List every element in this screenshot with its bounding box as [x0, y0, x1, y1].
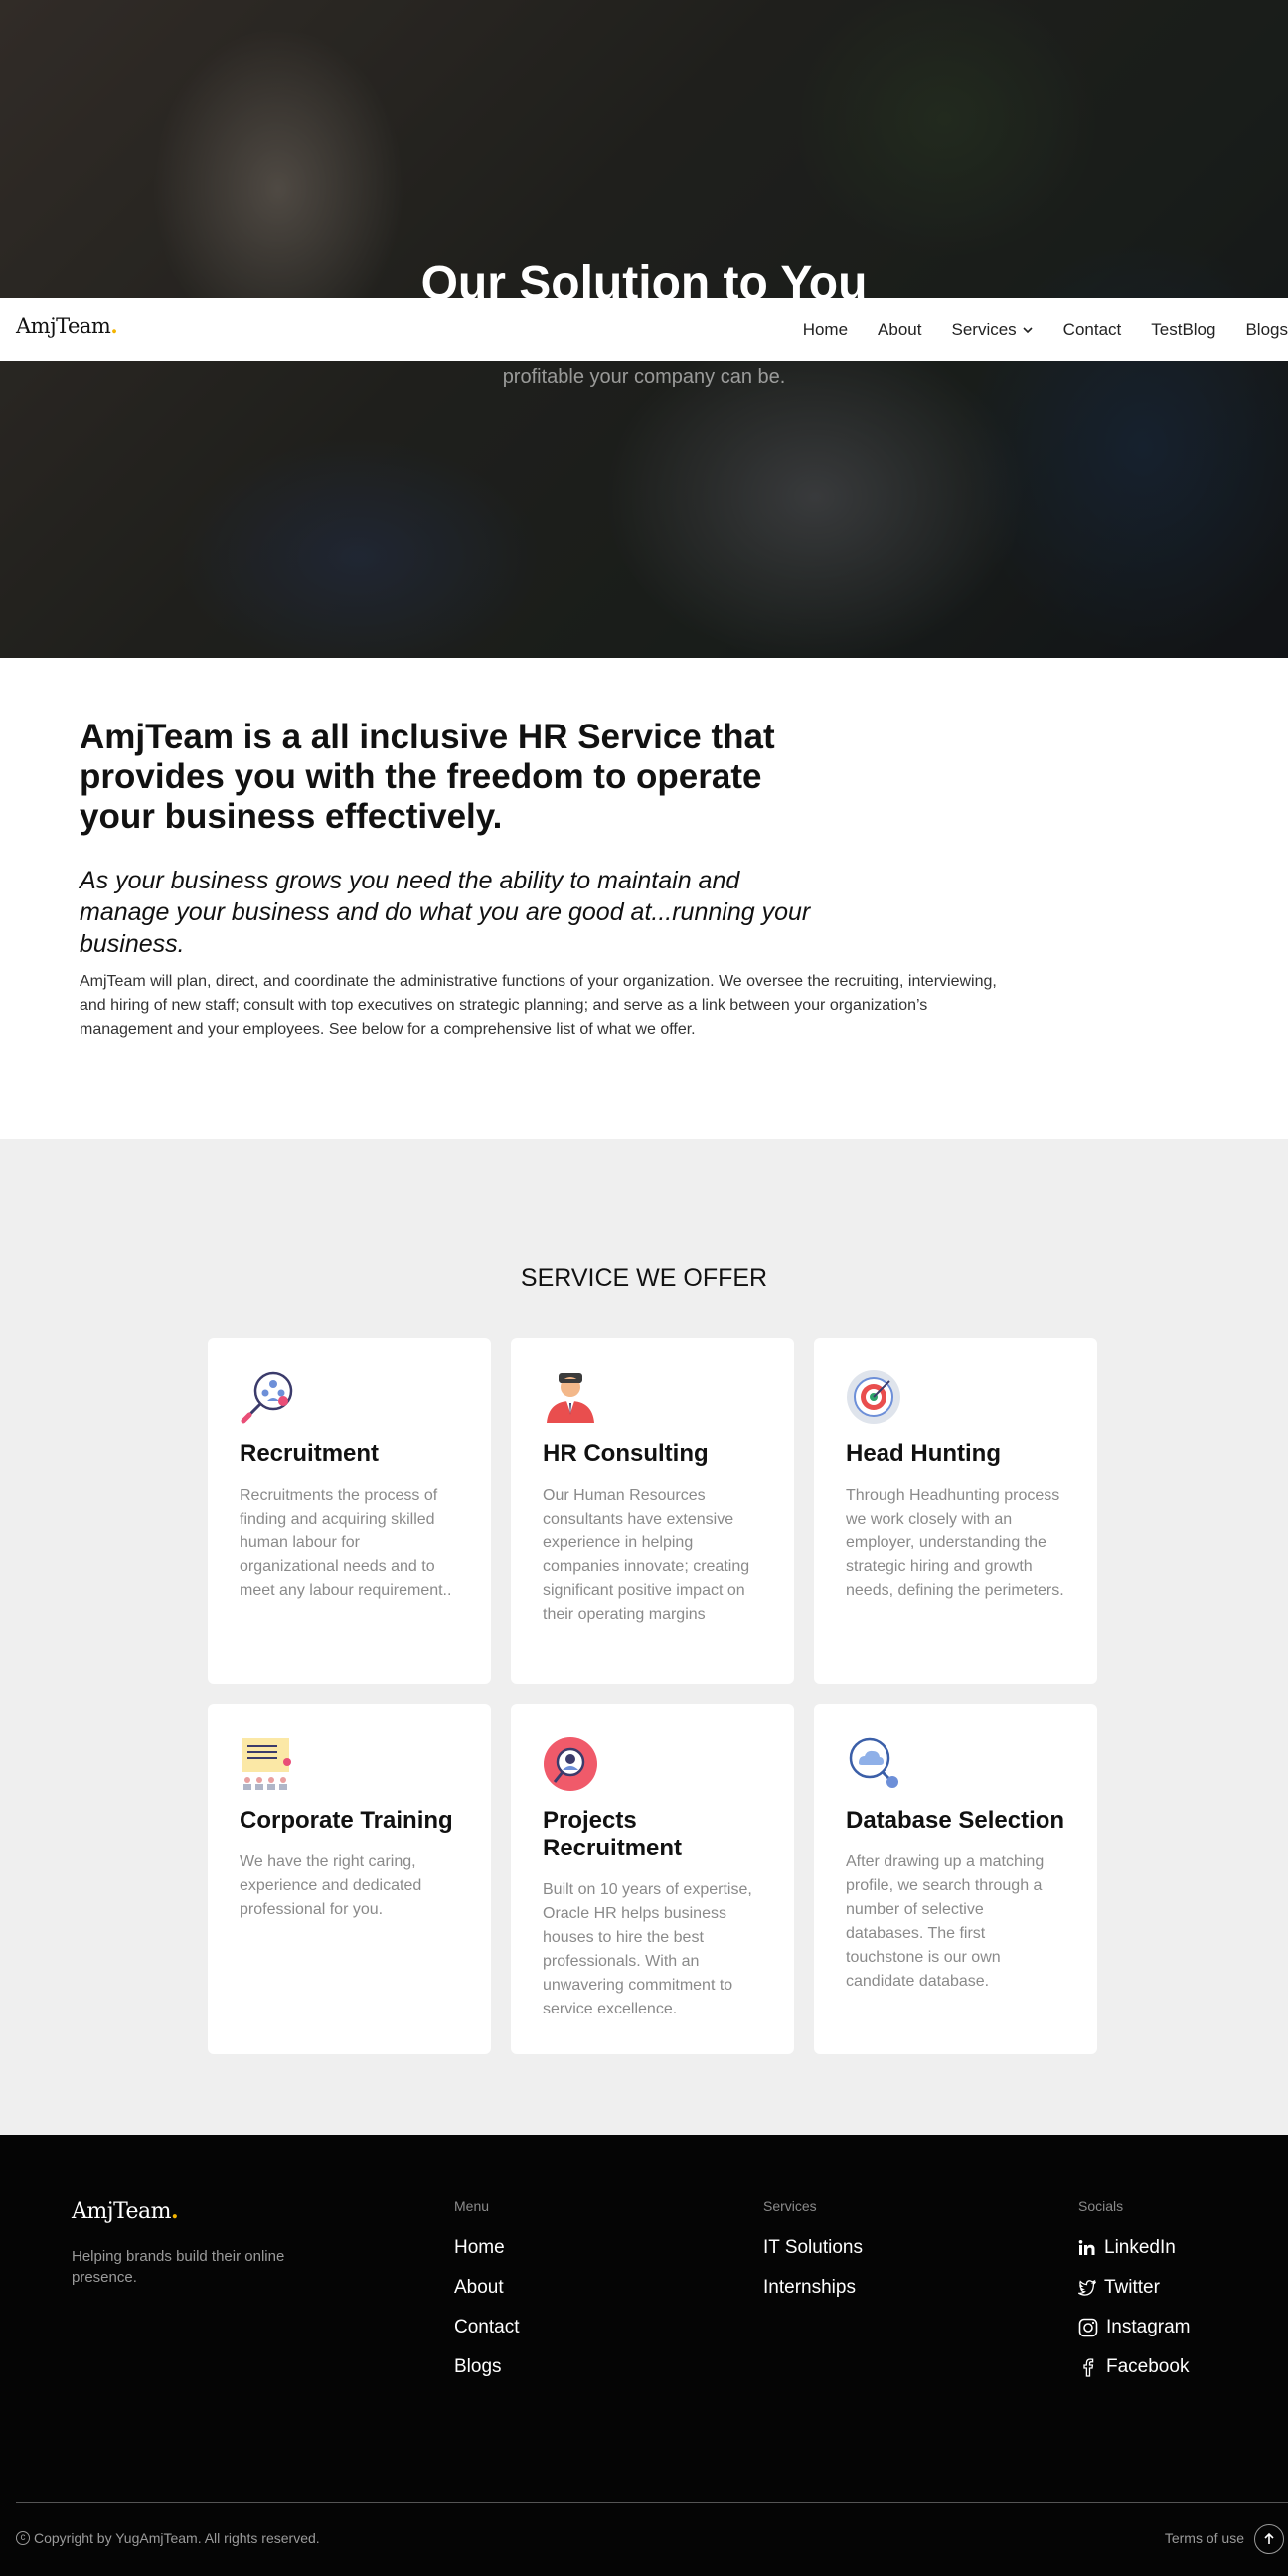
service-card-title: Head Hunting [846, 1440, 1001, 1467]
service-card-title: Database Selection [846, 1807, 1065, 1834]
footer-logo[interactable]: AmjTeam. [72, 2198, 179, 2224]
footer-link-about[interactable]: About [454, 2268, 519, 2308]
terms-of-use-link[interactable]: Terms of use [1165, 2530, 1244, 2546]
footer-menu-column: Menu Home About Contact Blogs [454, 2198, 519, 2387]
nav-contact[interactable]: Contact [1063, 320, 1122, 340]
logo-dot: . [110, 313, 118, 338]
footer-divider [16, 2502, 1288, 2503]
instagram-label: Instagram [1106, 2317, 1191, 2337]
chevron-down-icon [1023, 326, 1033, 333]
nav-testblog[interactable]: TestBlog [1151, 320, 1215, 340]
service-card-text: After drawing up a matching profile, we … [846, 1853, 1045, 1990]
service-card-database-selection[interactable]: Database Selection After drawing up a ma… [814, 1704, 1097, 2054]
service-card-head-hunting[interactable]: Head Hunting Through Headhunting process… [814, 1338, 1097, 1684]
footer-socials-heading: Socials [1078, 2198, 1124, 2214]
service-card-projects-recruitment[interactable]: Projects Recruitment Built on 10 years o… [511, 1704, 794, 2054]
about-heading: AmjTeam is a all inclusive HR Service th… [80, 718, 775, 836]
cloud-database-icon [849, 1737, 898, 1788]
footer-link-linkedin[interactable]: LinkedIn [1078, 2228, 1190, 2268]
training-board-icon [242, 1738, 291, 1790]
twitter-label: Twitter [1104, 2277, 1160, 2298]
main-nav: Home About Services Contact TestBlog Blo… [773, 298, 1288, 361]
arrow-up-icon [1264, 2532, 1274, 2544]
footer-link-it-solutions[interactable]: IT Solutions [763, 2228, 863, 2268]
hr-consultant-icon [547, 1373, 594, 1423]
footer-link-contact[interactable]: Contact [454, 2308, 519, 2347]
copyright: c Copyright by YugAmjTeam. All rights re… [16, 2530, 320, 2546]
twitter-icon [1078, 2279, 1096, 2296]
service-card-text: Our Human Resources consultants have ext… [543, 1487, 750, 1623]
service-card-text: Recruitments the process of finding and … [240, 1487, 452, 1599]
logo-text: AmjTeam [16, 314, 111, 338]
site-logo[interactable]: AmjTeam. [16, 313, 118, 338]
footer-link-facebook[interactable]: Facebook [1078, 2347, 1190, 2387]
footer-logo-dot: . [171, 2198, 179, 2224]
service-card-text: Through Headhunting process we work clos… [846, 1487, 1064, 1599]
service-card-hr-consulting[interactable]: HR Consulting Our Human Resources consul… [511, 1338, 794, 1684]
footer-logo-text: AmjTeam [72, 2199, 172, 2224]
service-card-title: Recruitment [240, 1440, 380, 1467]
recruitment-magnifier-icon [241, 1371, 293, 1424]
footer-link-home[interactable]: Home [454, 2228, 519, 2268]
facebook-label: Facebook [1106, 2356, 1190, 2377]
navbar: AmjTeam. Home About Services Contact Tes… [0, 298, 1288, 361]
footer-menu-heading: Menu [454, 2198, 490, 2214]
footer-link-blogs[interactable]: Blogs [454, 2347, 519, 2387]
footer-link-instagram[interactable]: Instagram [1078, 2308, 1190, 2347]
footer: AmjTeam. Helping brands build their onli… [0, 2135, 1288, 2576]
scroll-to-top-button[interactable] [1254, 2524, 1284, 2554]
about-subheading: As your business grows you need the abil… [80, 867, 811, 958]
nav-home[interactable]: Home [803, 320, 848, 340]
footer-link-internships[interactable]: Internships [763, 2268, 863, 2308]
footer-services-column: Services IT Solutions Internships [763, 2198, 863, 2308]
service-card-text: Built on 10 years of expertise, Oracle H… [543, 1881, 752, 2017]
nav-about[interactable]: About [878, 320, 921, 340]
copyright-icon: c [16, 2531, 30, 2545]
footer-socials-column: Socials LinkedIn Twitter Instagram Faceb… [1078, 2198, 1190, 2387]
copyright-text: Copyright by YugAmjTeam. All rights rese… [34, 2530, 320, 2546]
nav-services[interactable]: Services [951, 320, 1033, 340]
hero-subtitle: profitable your company can be. [502, 366, 786, 388]
footer-services-heading: Services [763, 2198, 817, 2214]
service-card-text: We have the right caring, experience and… [240, 1853, 422, 1918]
facebook-icon [1083, 2358, 1094, 2377]
target-icon [847, 1370, 900, 1424]
service-card-title: Corporate Training [240, 1807, 453, 1834]
linkedin-icon [1078, 2240, 1095, 2255]
about-body: AmjTeam will plan, direct, and coordinat… [80, 973, 997, 1038]
instagram-icon [1078, 2318, 1098, 2337]
service-card-corporate-training[interactable]: Corporate Training We have the right car… [208, 1704, 491, 2054]
services-section: SERVICE WE OFFER Recruitment Recruitment… [0, 1139, 1288, 2135]
footer-link-twitter[interactable]: Twitter [1078, 2268, 1190, 2308]
nav-blogs[interactable]: Blogs [1245, 320, 1288, 340]
services-title: SERVICE WE OFFER [520, 1264, 768, 1292]
candidate-search-icon [544, 1737, 597, 1791]
linkedin-label: LinkedIn [1104, 2237, 1176, 2258]
footer-tagline: Helping brands build their online presen… [72, 2248, 285, 2286]
nav-services-label: Services [951, 319, 1017, 339]
service-card-recruitment[interactable]: Recruitment Recruitments the process of … [208, 1338, 491, 1684]
about-section: AmjTeam is a all inclusive HR Service th… [80, 718, 1014, 1042]
service-card-title: HR Consulting [543, 1440, 709, 1467]
service-card-title: Projects Recruitment [543, 1807, 683, 1861]
